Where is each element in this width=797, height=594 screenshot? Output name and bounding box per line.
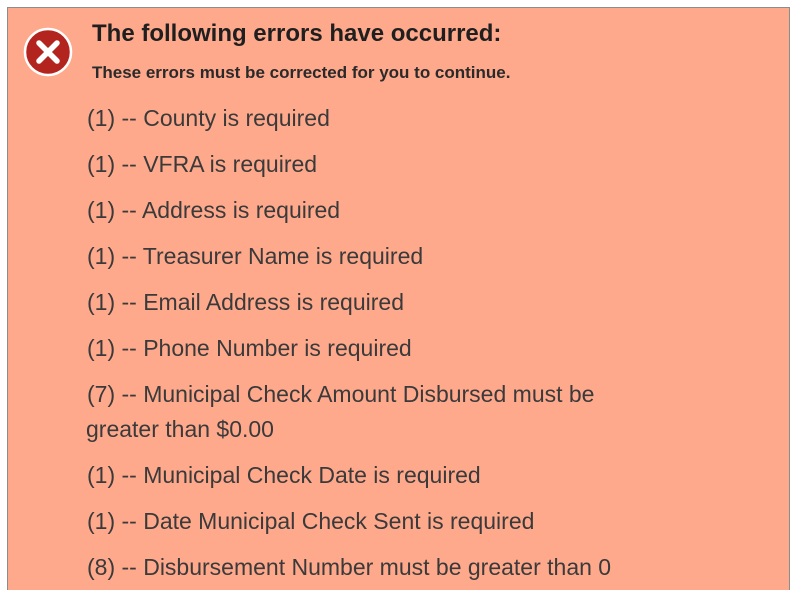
error-item: (1) -- Phone Number is required [87,335,412,361]
error-heading: The following errors have occurred: [92,20,502,47]
error-item: (1) -- Address is required [87,197,341,223]
error-item: (1) -- County is required [87,105,330,131]
error-list: (1) -- County is required (1) -- VFRA is… [86,101,777,590]
error-item: (1) -- Treasurer Name is required [87,243,424,269]
error-circle-x-icon [23,27,73,77]
error-item: (1) -- Date Municipal Check Sent is requ… [87,508,535,534]
error-item: (1) -- VFRA is required [87,151,318,177]
error-item: (8) -- Disbursement Number must be great… [87,554,612,580]
error-item: (1) -- Email Address is required [87,289,404,315]
error-item: (7) -- Municipal Check Amount Disbursed … [86,381,595,442]
error-item: (1) -- Municipal Check Date is required [87,462,481,488]
error-summary-panel: The following errors have occurred: Thes… [7,7,790,590]
error-subheading: These errors must be corrected for you t… [92,63,511,82]
